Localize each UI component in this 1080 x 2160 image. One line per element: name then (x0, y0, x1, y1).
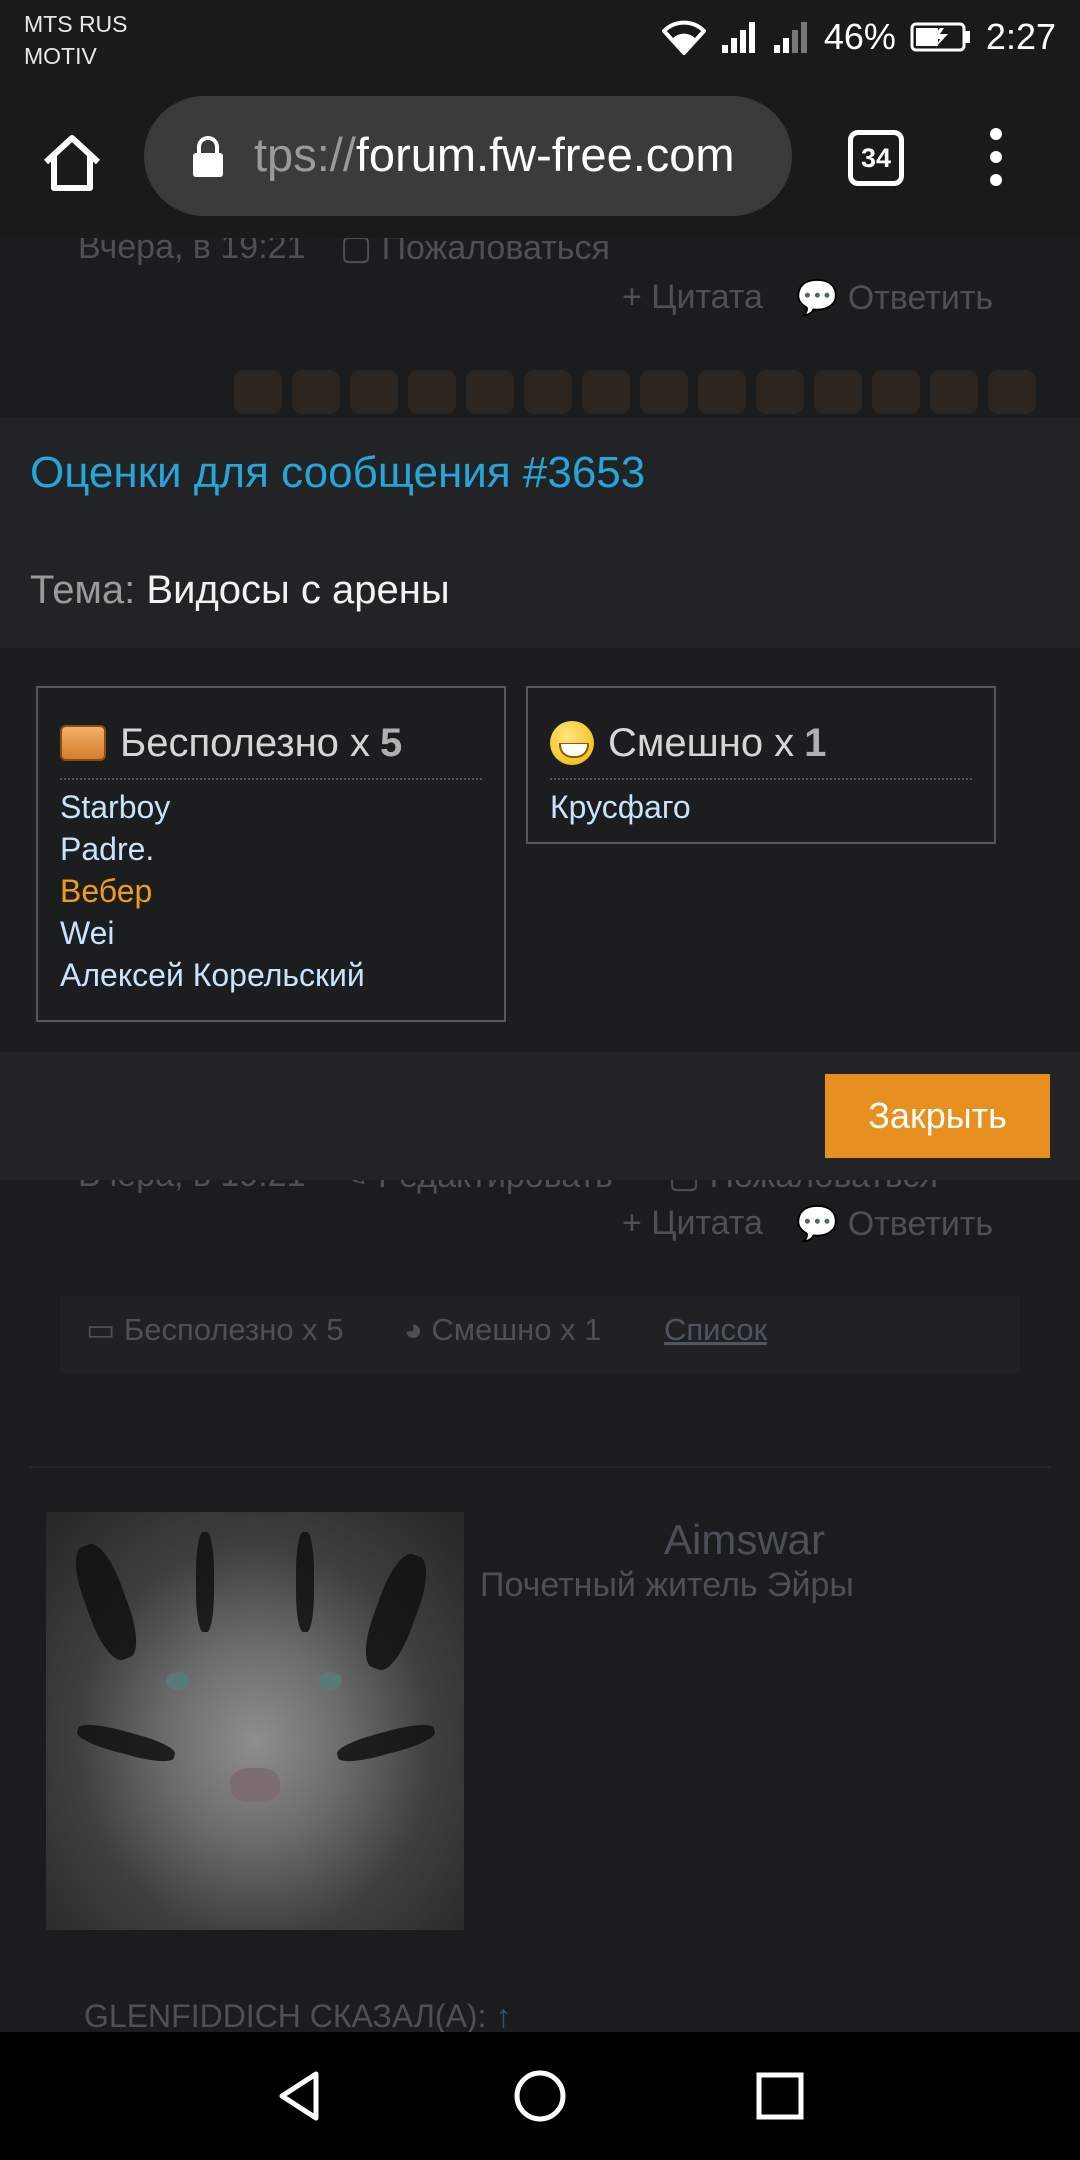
tab-count: 34 (860, 142, 892, 173)
post-ratings-summary: ▭ Бесполезно x 5 ◕ Смешно x 1 Список (60, 1296, 1020, 1374)
laugh-icon (550, 721, 594, 765)
user-link[interactable]: Алексей Корельский (60, 954, 494, 996)
user-avatar[interactable] (46, 1512, 464, 1930)
rating-funny-summary: ◕ Смешно x 1 (404, 1312, 602, 1347)
modal-body: Бесполезно x5 Starboy Padre. Вебер Wei А… (0, 648, 1080, 1052)
lock-icon (190, 134, 226, 183)
report-link[interactable]: ▢ Пожаловаться (340, 238, 610, 268)
url-scheme: tps:// (254, 128, 356, 181)
quote-link-2[interactable]: + Цитата (622, 1204, 763, 1243)
rating-name: Бесполезно x (120, 720, 371, 765)
rating-user-list: Starboy Padre. Вебер Wei Алексей Корельс… (60, 786, 494, 996)
wrench-icon (698, 370, 746, 414)
reply-link[interactable]: 💬 Ответить (796, 278, 993, 318)
reply-label: Ответить (847, 279, 994, 317)
check-icon (350, 370, 398, 414)
quote-arrow-icon[interactable]: ↑ (495, 1998, 511, 2032)
reply-label-2: Ответить (847, 1205, 994, 1243)
topic-value: Видосы с арены (146, 568, 450, 612)
box-icon (60, 725, 106, 761)
quote-link[interactable]: + Цитата (622, 278, 763, 317)
rating-count: 5 (380, 720, 403, 765)
user-link[interactable]: Wei (60, 912, 494, 954)
ratings-modal: Оценки для сообщения #3653 Тема: Видосы … (0, 418, 1080, 1180)
rating-count: 1 (804, 720, 827, 765)
double-check-icon (930, 370, 978, 414)
user-title: Почетный житель Эйры (480, 1566, 854, 1604)
recents-icon[interactable] (750, 2066, 810, 2126)
battery-icon (910, 21, 972, 53)
carrier-label: MTS RUS MOTIV (24, 8, 128, 72)
status-bar: MTS RUS MOTIV 46% 2:27 (0, 0, 1080, 78)
box-icon: ▭ (86, 1312, 124, 1347)
box-icon (988, 370, 1036, 414)
reply-icon: 💬 (796, 279, 848, 317)
tab-switcher-button[interactable]: 34 (848, 130, 904, 186)
report-label: Пожаловаться (381, 238, 610, 267)
close-button[interactable]: Закрыть (825, 1074, 1050, 1158)
rating-user-list: Крусфаго (550, 786, 984, 828)
rating-group-funny: Смешно x1 Крусфаго (526, 686, 996, 844)
rating-emoji-row[interactable] (234, 370, 1036, 414)
address-bar[interactable]: tps://forum.fw-free.com (144, 96, 792, 216)
signal-icon-2 (772, 19, 810, 55)
brush-icon (814, 370, 862, 414)
laugh-icon: ◕ (404, 1312, 432, 1347)
username-link[interactable]: Aimswar (664, 1516, 825, 1564)
user-link[interactable]: Вебер (60, 870, 494, 912)
rating-group-useless: Бесполезно x5 Starboy Padre. Вебер Wei А… (36, 686, 506, 1022)
browser-toolbar: tps://forum.fw-free.com 34 (0, 78, 1080, 238)
overflow-menu-icon[interactable] (978, 128, 1014, 188)
user-link[interactable]: Starboy (60, 786, 494, 828)
modal-title: Оценки для сообщения #3653 (30, 448, 646, 497)
battery-percent: 46% (823, 16, 896, 57)
heart-icon (640, 370, 688, 414)
rating-group-header: Бесполезно x5 (60, 708, 482, 780)
post-time: Вчера, в 19:21 (78, 238, 306, 266)
laugh-icon (466, 370, 514, 414)
url-text[interactable]: tps://forum.fw-free.com (254, 120, 774, 190)
alarm-icon (872, 370, 920, 414)
user-link[interactable]: Крусфаго (550, 786, 984, 828)
quote-header: GLENFIDDICH СКАЗАЛ(А): ↑ (84, 1998, 512, 2032)
rating-group-header: Смешно x1 (550, 708, 972, 780)
rating-name: Смешно x (608, 720, 795, 765)
status-indicators: 46% 2:27 (661, 14, 1056, 60)
back-icon[interactable] (270, 2066, 330, 2126)
ratings-list-link[interactable]: Список (664, 1312, 767, 1348)
wifi-icon (661, 19, 706, 55)
cross-icon (408, 370, 456, 414)
clock: 2:27 (985, 16, 1056, 57)
signal-icon-1 (720, 19, 758, 55)
topic-line: Тема: Видосы с арены (30, 568, 450, 613)
reply-link-2[interactable]: 💬 Ответить (796, 1204, 993, 1244)
star-icon (524, 370, 572, 414)
rating-useless-summary: ▭ Бесполезно x 5 (86, 1312, 344, 1347)
carrier-line-2: MOTIV (24, 43, 97, 69)
report-icon: ▢ (340, 238, 382, 267)
url-domain: forum.fw-free.com (355, 128, 735, 181)
thumbs-down-icon (292, 370, 340, 414)
thumbs-up-icon (234, 370, 282, 414)
topic-label: Тема: (30, 568, 136, 612)
info-icon (582, 370, 630, 414)
system-nav-bar (0, 2032, 1080, 2160)
rainbow-icon (756, 370, 804, 414)
user-link[interactable]: Padre. (60, 828, 494, 870)
post-divider (30, 1466, 1050, 1468)
carrier-line-1: MTS RUS (24, 11, 128, 37)
home-icon[interactable] (38, 128, 106, 196)
home-nav-icon[interactable] (510, 2066, 570, 2126)
reply-icon-2: 💬 (796, 1205, 848, 1243)
